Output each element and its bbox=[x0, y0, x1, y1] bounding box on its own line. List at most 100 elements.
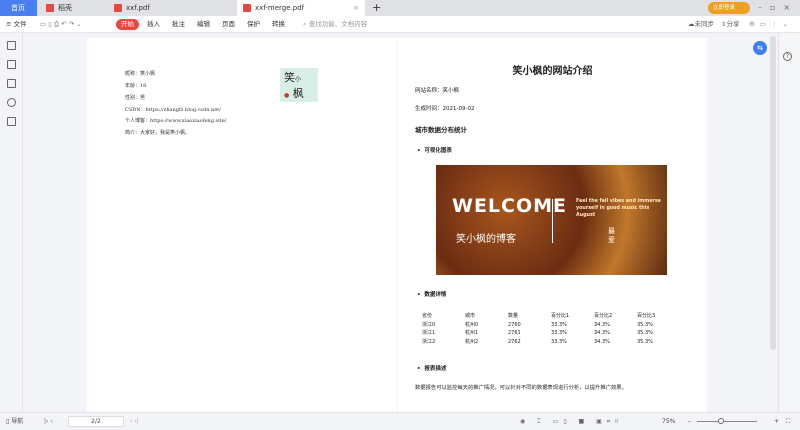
banner-subtitle: 笑小枫的博客 bbox=[456, 234, 516, 245]
welcome-banner: WELCOME 笑小枫的博客 Feel the fall vibes and i… bbox=[436, 165, 667, 275]
new-tab-button[interactable]: + bbox=[369, 0, 381, 16]
cell: 杭州2 bbox=[465, 338, 479, 345]
zoom-level[interactable]: 75% bbox=[662, 413, 675, 430]
thumbnail-icon[interactable] bbox=[7, 60, 16, 69]
window-controls[interactable]: –▫× bbox=[758, 0, 798, 16]
tab-xxf-merge[interactable]: xxf-merge.pdf × bbox=[237, 0, 365, 16]
comment-icon[interactable] bbox=[7, 79, 16, 88]
banner-tagline: Feel the fall vibes and immerse yourself… bbox=[576, 199, 661, 218]
header-cell: 百分比1 bbox=[551, 313, 570, 319]
generation-time: 生成时间：2021-09-02 bbox=[415, 106, 475, 112]
fullscreen-icon[interactable]: ⛶ bbox=[786, 413, 790, 430]
cell: 33.3% bbox=[551, 321, 567, 328]
blog-line: 个人博客：https://www.xiaoxiaofeng.site/ bbox=[125, 118, 227, 124]
docer-icon bbox=[46, 4, 54, 12]
search-input[interactable]: ⌕ 查找功能、文档内容 bbox=[303, 16, 367, 33]
logo-image: 笑小 ● 枫 bbox=[280, 68, 318, 102]
cell: 杭州0 bbox=[465, 321, 479, 328]
nav-button[interactable]: ▯ 导航 bbox=[6, 413, 23, 430]
attachment-icon[interactable] bbox=[7, 98, 16, 107]
tab-home[interactable]: 首页 bbox=[0, 0, 37, 16]
search-placeholder: 查找功能、文档内容 bbox=[308, 20, 368, 28]
help-icon[interactable]: ? bbox=[783, 52, 792, 61]
search-icon: ⌕ bbox=[303, 20, 307, 28]
next-page-buttons[interactable]: › ›| bbox=[130, 413, 139, 430]
more-toolbar-icons[interactable]: ⚙▭⋮⌄ bbox=[749, 16, 793, 33]
signature-icon[interactable] bbox=[7, 117, 16, 126]
tab-xxf-pdf[interactable]: xxf.pdf bbox=[108, 0, 233, 16]
tab-edit[interactable]: 编辑 bbox=[197, 16, 210, 33]
page-number-input[interactable]: 2/2 bbox=[68, 416, 124, 427]
bullet-data: • 数据详情 bbox=[417, 292, 447, 298]
pdf-icon bbox=[114, 4, 122, 12]
gender-line: 性别：男 bbox=[125, 95, 146, 101]
sync-button[interactable]: ☁未同步 bbox=[688, 16, 714, 33]
cell: 34.3% bbox=[594, 330, 610, 336]
csdn-line: CSDN：https://zhangfz.blog.csdn.net/ bbox=[125, 107, 221, 113]
zoom-slider-handle[interactable] bbox=[718, 418, 724, 424]
table-row: 浙江2 杭州2 2762 33.3% 34.3% 35.3% bbox=[422, 338, 680, 347]
cell: 33.3% bbox=[551, 330, 567, 336]
tab-insert[interactable]: 插入 bbox=[147, 16, 160, 33]
tab-label: xxf-merge.pdf bbox=[255, 4, 305, 12]
page-title: 笑小枫的网站介绍 bbox=[512, 66, 593, 77]
tab-bar: 首页 稻壳 xxf.pdf xxf-merge.pdf × + 立即登录 –▫× bbox=[0, 0, 800, 16]
intro-line: 简介：大家好，我是笑小枫。 bbox=[125, 130, 191, 136]
cell: 2762 bbox=[508, 338, 521, 345]
cell: 35.3% bbox=[637, 321, 653, 328]
zoom-in-button[interactable]: + bbox=[774, 413, 779, 430]
banner-divider bbox=[552, 199, 553, 243]
bullet-label: 数据详情 bbox=[424, 292, 447, 298]
tab-label: 稻壳 bbox=[58, 4, 72, 12]
tab-protect[interactable]: 保护 bbox=[247, 16, 260, 33]
tab-label: 首页 bbox=[11, 4, 25, 12]
table-row: 浙江1 杭州1 2761 33.3% 34.3% 35.3% bbox=[422, 329, 680, 338]
vertical-scrollbar[interactable] bbox=[770, 36, 776, 350]
bullet-report: • 报表描述 bbox=[417, 366, 447, 372]
tab-page[interactable]: 页面 bbox=[222, 16, 235, 33]
report-description: 数据报告可以监控每天的推广情况，可以针对不同的数据表现进行分析，以提升推广效果。 bbox=[415, 385, 627, 391]
toolbar: ≡ 文件 ▭ ▯ ⎙ ↶ ↷ ⌄ 开始 插入 批注 编辑 页面 保护 转换 ⌕ … bbox=[0, 16, 800, 33]
zoom-out-button[interactable]: – bbox=[688, 413, 691, 430]
bullet-label: 可视化图表 bbox=[424, 148, 452, 154]
cell: 浙江1 bbox=[422, 330, 436, 336]
data-table: 省份 城市 数量 百分比1 百分比2 百分比3 浙江0 杭州0 2760 33.3% 34.3% 3… bbox=[422, 312, 680, 346]
tab-annotate[interactable]: 批注 bbox=[172, 16, 185, 33]
nav-label: 导航 bbox=[11, 418, 24, 425]
bookmark-icon[interactable] bbox=[7, 41, 16, 50]
cell: 35.3% bbox=[637, 330, 653, 336]
banner-side-text: 最爱 bbox=[608, 227, 615, 244]
close-tab-icon[interactable]: × bbox=[353, 0, 359, 16]
cell: 34.3% bbox=[594, 321, 610, 328]
cell: 浙江0 bbox=[422, 321, 436, 328]
bullet-charts: • 可视化图表 bbox=[417, 148, 452, 154]
header-cell: 数量 bbox=[508, 313, 519, 319]
share-button[interactable]: ⇪分享 bbox=[721, 16, 739, 33]
login-button[interactable]: 立即登录 bbox=[708, 2, 750, 14]
sync-label: 未同步 bbox=[694, 20, 715, 28]
prev-page-buttons[interactable]: |‹ ‹ bbox=[44, 413, 53, 430]
menu-label: 文件 bbox=[13, 20, 27, 28]
cell: 浙江2 bbox=[422, 338, 436, 345]
floating-tool-button[interactable]: ⇆ bbox=[753, 41, 767, 55]
tab-label: xxf.pdf bbox=[126, 4, 150, 12]
age-line: 年龄：18 bbox=[125, 83, 147, 89]
view-mode-icons[interactable]: ◉ ⌶ ▭▯ ■ ▣⌗⌑ bbox=[520, 413, 623, 430]
header-cell: 城市 bbox=[465, 313, 476, 319]
tab-start[interactable]: 开始 bbox=[116, 19, 139, 30]
cell: 33.3% bbox=[551, 338, 567, 345]
menu-button[interactable]: ≡ 文件 bbox=[6, 16, 27, 33]
login-label: 立即登录 bbox=[713, 5, 736, 11]
cell: 2761 bbox=[508, 330, 521, 336]
left-sidebar bbox=[0, 33, 23, 412]
header-cell: 省份 bbox=[422, 313, 433, 319]
right-panel bbox=[778, 33, 800, 412]
zoom-slider[interactable] bbox=[697, 421, 757, 422]
status-bar: ▯ 导航 |‹ ‹ 2/2 › ›| ◉ ⌶ ▭▯ ■ ▣⌗⌑ 75% – + … bbox=[0, 412, 800, 429]
tab-docer[interactable]: 稻壳 bbox=[40, 0, 102, 16]
quick-tools[interactable]: ▭ ▯ ⎙ ↶ ↷ ⌄ bbox=[40, 16, 82, 33]
tab-convert[interactable]: 转换 bbox=[272, 16, 285, 33]
cell: 35.3% bbox=[637, 338, 653, 345]
cell: 34.3% bbox=[594, 338, 610, 345]
pdf-icon bbox=[243, 4, 251, 12]
